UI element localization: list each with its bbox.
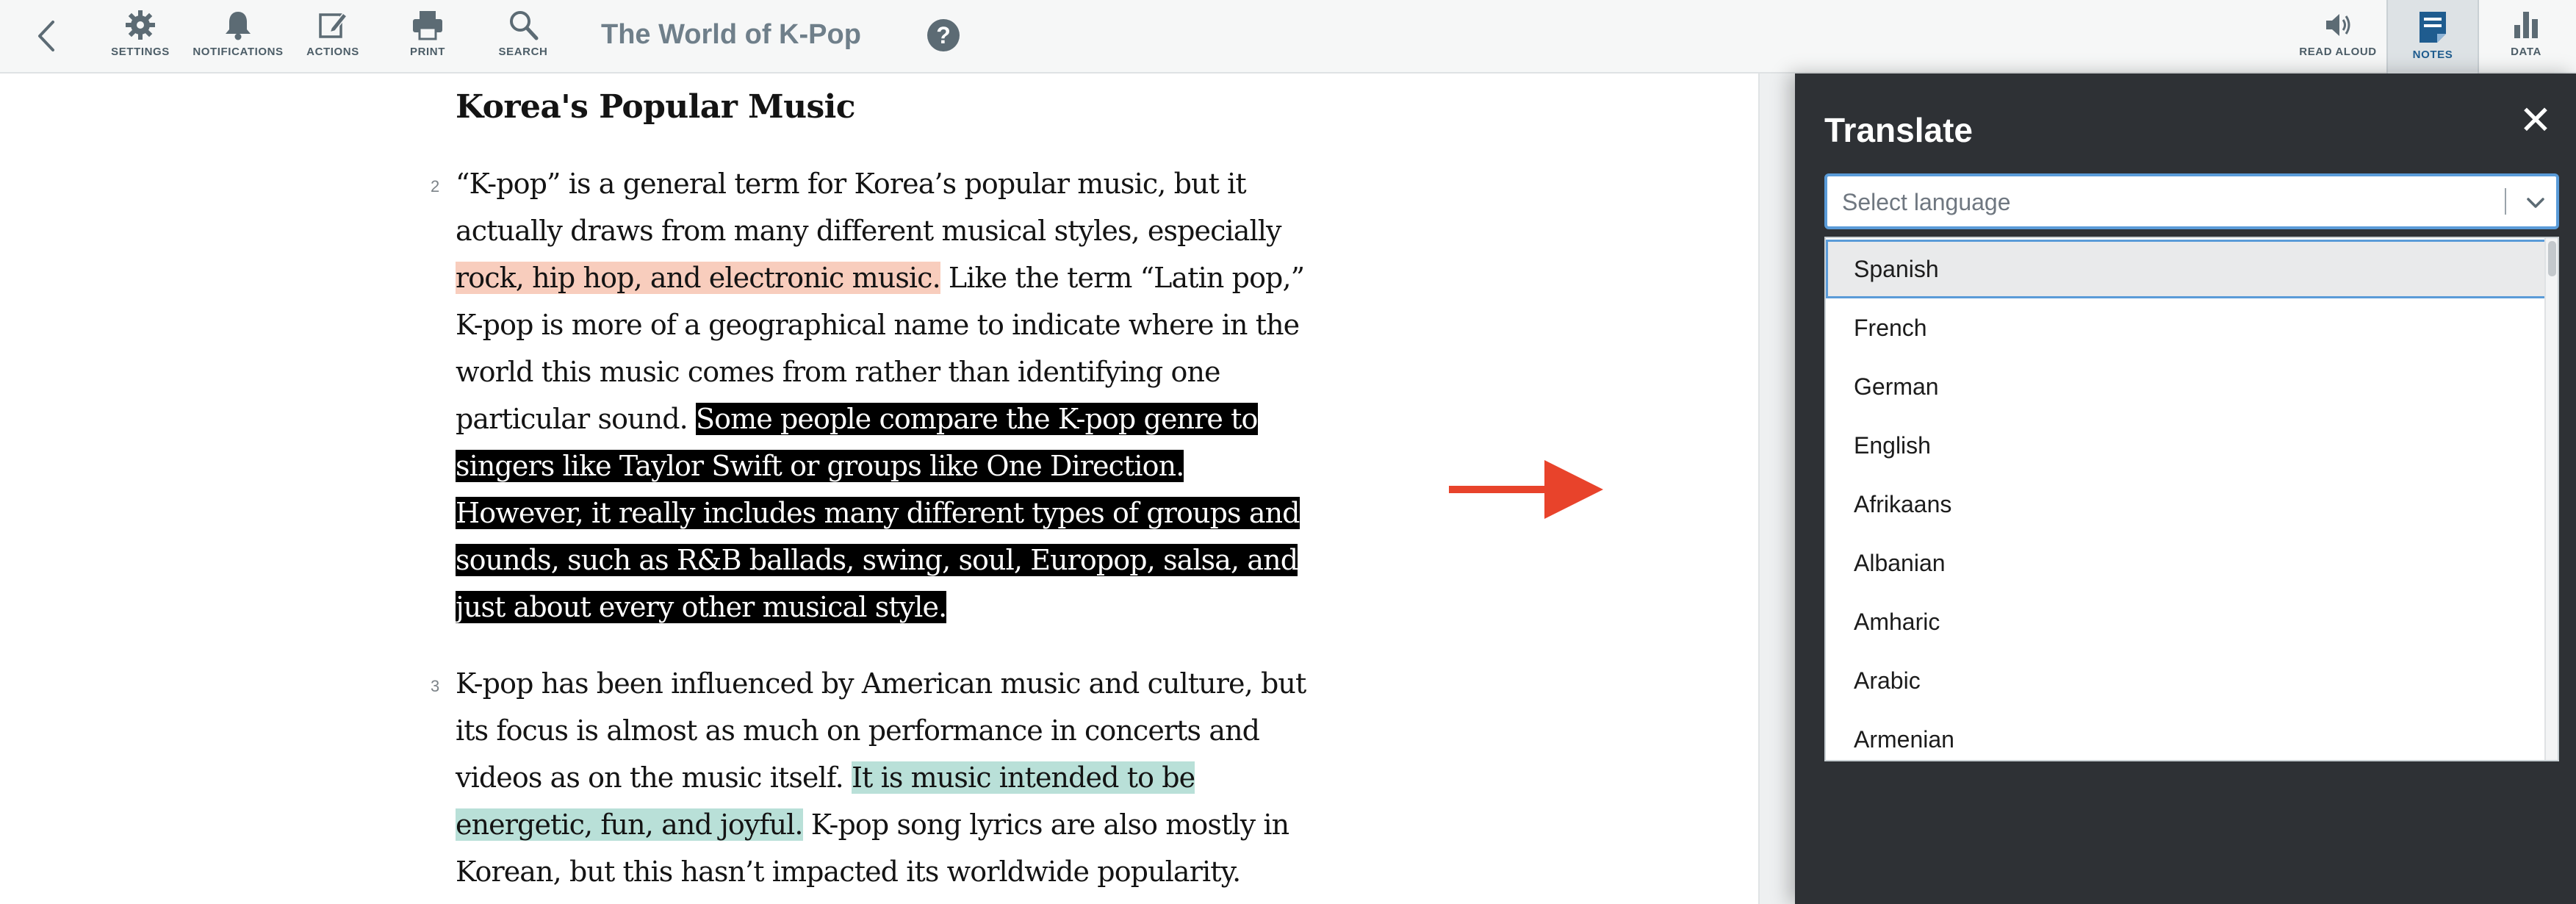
highlight-black[interactable]: Some people compare the K-pop genre to s… [456, 403, 1300, 623]
notes-button[interactable]: NOTES [2386, 0, 2479, 73]
highlight-salmon[interactable]: rock, hip hop, and electronic music. [456, 262, 941, 294]
edit-icon [319, 12, 348, 38]
notifications-button[interactable]: NOTIFICATIONS [187, 6, 289, 68]
text-segment: “K-pop” is a general term for Korea’s po… [456, 168, 1281, 247]
actions-label: ACTIONS [306, 46, 359, 58]
options-scrollbar[interactable] [2544, 238, 2558, 760]
help-icon[interactable]: ? [927, 19, 960, 51]
printer-icon [413, 11, 442, 40]
top-toolbar: SETTINGS NOTIFICATIONS ACTIONS PRINT SEA… [0, 0, 2576, 73]
language-options-list[interactable]: Spanish French German English Afrikaans … [1824, 237, 2559, 761]
option-arabic[interactable]: Arabic [1826, 651, 2558, 710]
close-icon[interactable]: ✕ [2515, 100, 2556, 141]
option-english[interactable]: English [1826, 416, 2558, 475]
settings-label: SETTINGS [111, 46, 170, 58]
section-heading: Korea's Popular Music [456, 88, 856, 126]
notifications-label: NOTIFICATIONS [193, 46, 284, 58]
search-label: SEARCH [498, 46, 548, 58]
print-button[interactable]: PRINT [397, 6, 458, 68]
option-albanian[interactable]: Albanian [1826, 534, 2558, 592]
translate-panel: Translate ✕ Select language Spanish Fren… [1795, 73, 2576, 904]
back-arrow-icon[interactable] [31, 19, 63, 53]
right-arrow-icon [1449, 460, 1603, 519]
bell-icon [226, 12, 251, 40]
side-gutter [1758, 73, 1796, 904]
search-button[interactable]: SEARCH [491, 6, 555, 68]
option-german[interactable]: German [1826, 357, 2558, 416]
actions-button[interactable]: ACTIONS [300, 6, 366, 68]
notes-label: NOTES [2412, 49, 2453, 61]
search-icon [510, 11, 539, 40]
paragraph-2[interactable]: 2 “K-pop” is a general term for Korea’s … [431, 160, 1315, 631]
gear-icon [126, 10, 155, 40]
language-select[interactable]: Select language [1824, 173, 2559, 229]
paragraph-3[interactable]: 3 K-pop has been influenced by American … [431, 660, 1315, 895]
option-armenian[interactable]: Armenian [1826, 710, 2558, 760]
bar-chart-icon [2514, 12, 2538, 38]
scrollbar-thumb[interactable] [2548, 241, 2556, 276]
read-aloud-button[interactable]: READ ALOUD [2295, 6, 2381, 68]
app-title: The World of K-Pop [601, 19, 861, 50]
notes-icon [2420, 12, 2446, 43]
data-button[interactable]: DATA [2491, 6, 2561, 68]
read-aloud-label: READ ALOUD [2299, 46, 2377, 58]
option-spanish[interactable]: Spanish [1826, 240, 2558, 298]
option-afrikaans[interactable]: Afrikaans [1826, 475, 2558, 534]
paragraph-number: 3 [431, 677, 439, 695]
panel-title: Translate [1824, 111, 1973, 149]
chevron-down-icon[interactable] [2522, 190, 2549, 216]
speaker-icon [2326, 14, 2350, 36]
select-divider [2505, 188, 2506, 215]
settings-button[interactable]: SETTINGS [109, 6, 172, 68]
data-label: DATA [2511, 46, 2541, 58]
select-placeholder: Select language [1842, 189, 2011, 215]
option-amharic[interactable]: Amharic [1826, 592, 2558, 651]
paragraph-number: 2 [431, 177, 439, 195]
reading-pane: Korea's Popular Music 2 “K-pop” is a gen… [0, 73, 1758, 904]
print-label: PRINT [410, 46, 445, 58]
option-french[interactable]: French [1826, 298, 2558, 357]
